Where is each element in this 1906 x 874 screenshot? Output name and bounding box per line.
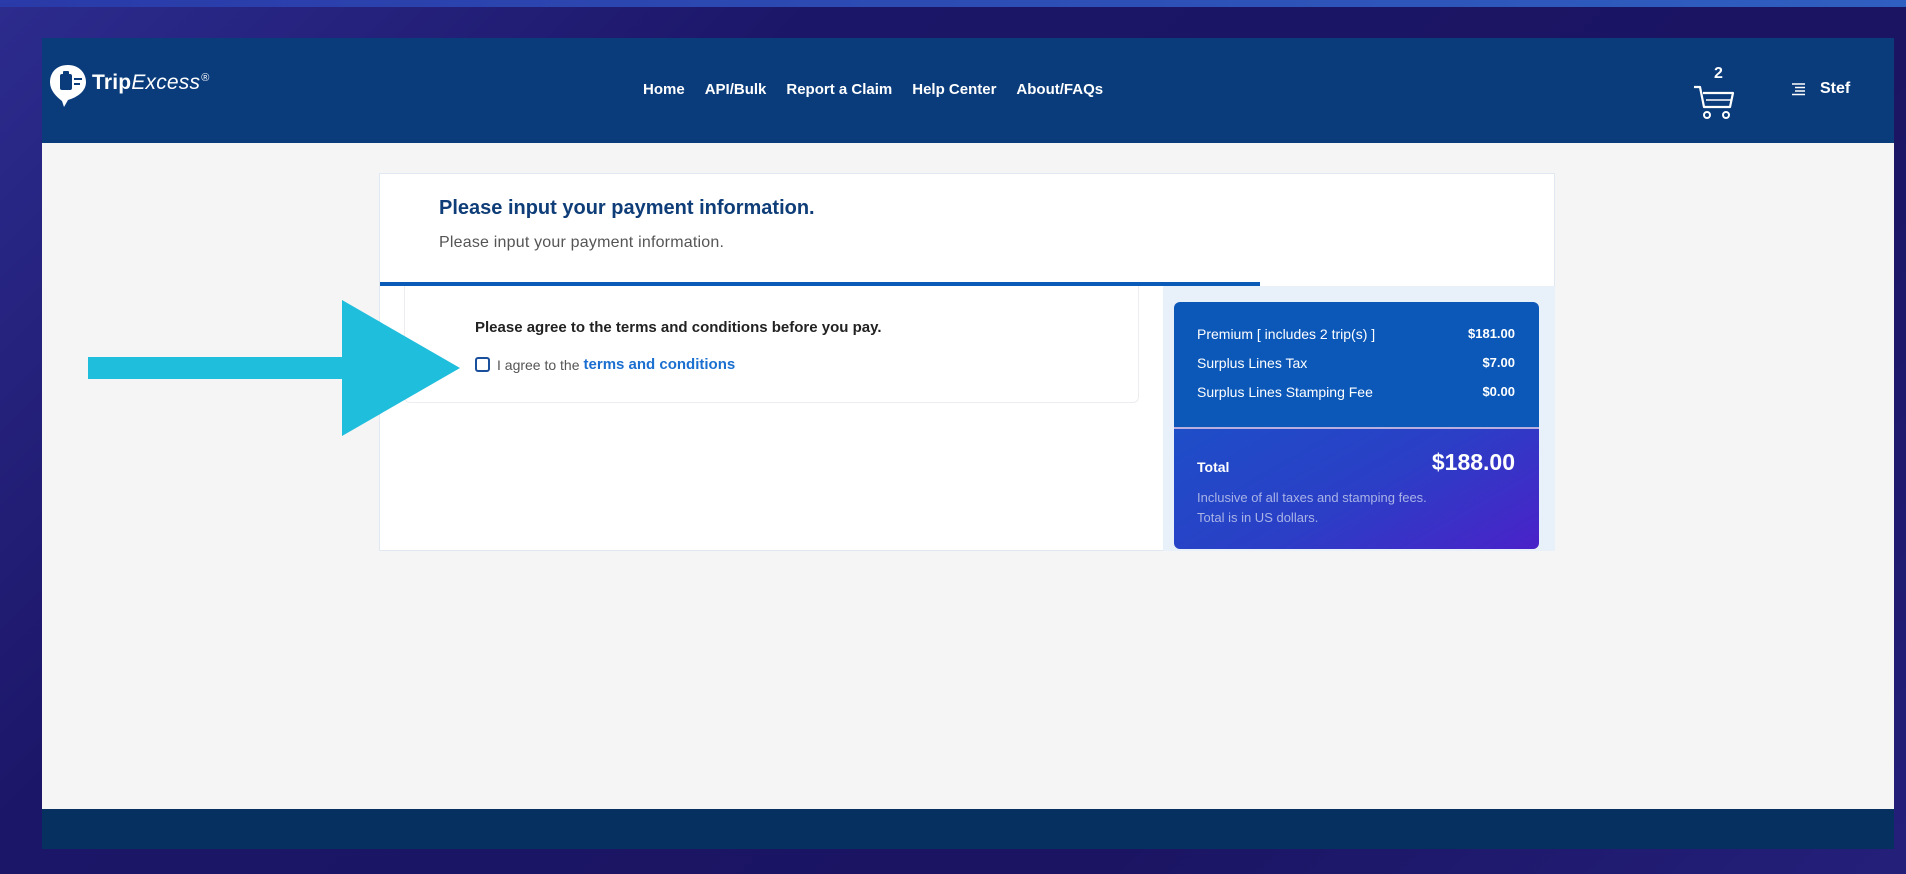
brand-name-bold: Trip (92, 71, 132, 94)
registered-mark: ® (201, 72, 210, 84)
brand-logo[interactable]: TripExcess® (48, 63, 210, 109)
line-amount: $0.00 (1482, 384, 1515, 399)
line-label: Premium [ includes 2 trip(s) ] (1197, 326, 1376, 342)
line-label: Surplus Lines Stamping Fee (1197, 384, 1373, 400)
cart-count-badge: 2 (1714, 65, 1723, 82)
nav-item-report-claim[interactable]: Report a Claim (786, 81, 892, 98)
summary-line-stamping-fee: Surplus Lines Stamping Fee $0.00 (1197, 384, 1515, 400)
line-amount: $7.00 (1482, 355, 1515, 370)
brand-name-italic: Excess (131, 71, 201, 94)
page-subtitle: Please input your payment information. (439, 234, 725, 251)
summary-line-tax: Surplus Lines Tax $7.00 (1197, 355, 1515, 371)
main-nav: Home API/Bulk Report a Claim Help Center… (643, 81, 1123, 98)
browser-page: TripExcess® Home API/Bulk Report a Claim… (42, 38, 1894, 849)
nav-item-about-faqs[interactable]: About/FAQs (1016, 81, 1103, 98)
total-note-currency: Total is in US dollars. (1197, 510, 1319, 525)
agree-terms-checkbox[interactable] (475, 357, 490, 372)
user-name: Stef (1820, 80, 1851, 97)
summary-lines: Premium [ includes 2 trip(s) ] $181.00 S… (1174, 302, 1539, 427)
line-label: Surplus Lines Tax (1197, 355, 1308, 371)
user-menu[interactable]: Stef (1788, 80, 1850, 98)
order-summary-card: Premium [ includes 2 trip(s) ] $181.00 S… (1174, 302, 1539, 549)
line-amount: $181.00 (1468, 326, 1515, 341)
total-amount: $188.00 (1431, 449, 1515, 475)
total-note-taxes: Inclusive of all taxes and stamping fees… (1197, 490, 1427, 505)
site-footer (42, 809, 1894, 849)
shopping-cart-icon (1694, 85, 1735, 119)
annotation-arrow-icon (88, 300, 460, 436)
total-label: Total (1197, 459, 1230, 475)
logo-icon (50, 65, 86, 107)
top-accent-strip (0, 0, 1906, 7)
summary-line-premium: Premium [ includes 2 trip(s) ] $181.00 (1197, 326, 1515, 342)
agree-row: I agree to the terms and conditions (475, 356, 735, 373)
order-summary-column: Premium [ includes 2 trip(s) ] $181.00 S… (1163, 286, 1555, 551)
nav-item-help-center[interactable]: Help Center (912, 81, 996, 98)
terms-heading: Please agree to the terms and conditions… (475, 319, 882, 336)
payment-panel: Please input your payment information. P… (379, 173, 1555, 551)
menu-icon (1792, 83, 1805, 96)
terms-card: Please agree to the terms and conditions… (404, 286, 1139, 403)
site-header: TripExcess® Home API/Bulk Report a Claim… (42, 38, 1894, 143)
terms-and-conditions-link[interactable]: terms and conditions (584, 356, 736, 373)
brand-name: TripExcess® (92, 71, 210, 95)
agree-text: I agree to the (497, 356, 580, 373)
cart-button[interactable]: 2 (1692, 65, 1742, 121)
page-title: Please input your payment information. (439, 197, 815, 219)
summary-total: Total $188.00 Inclusive of all taxes and… (1174, 429, 1539, 549)
nav-item-api-bulk[interactable]: API/Bulk (705, 81, 767, 98)
nav-item-home[interactable]: Home (643, 81, 685, 98)
